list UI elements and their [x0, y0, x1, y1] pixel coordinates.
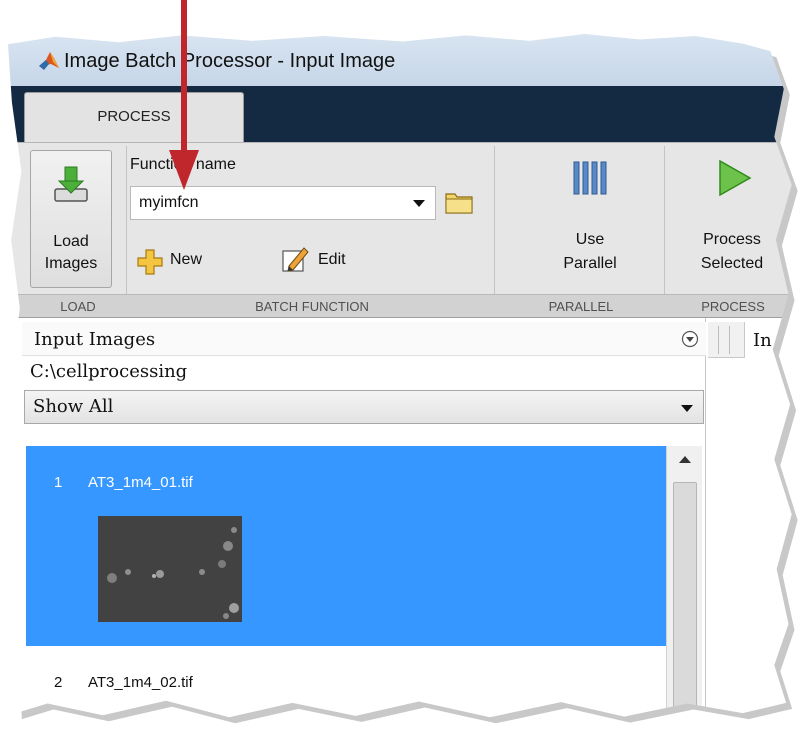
panel-title: Input Images: [34, 329, 156, 350]
section-label-load: LOAD: [60, 299, 96, 314]
play-icon: [719, 159, 752, 197]
chevron-down-icon: [413, 200, 425, 207]
tab-process-label: PROCESS: [97, 108, 171, 125]
app-window: Image Batch Processor - Input Image PROC…: [8, 34, 792, 718]
chevron-down-icon: [681, 405, 693, 412]
matlab-icon: [39, 52, 59, 70]
process-selected-label: Process Selected: [700, 231, 764, 272]
use-parallel-button[interactable]: Use Parallel: [542, 148, 638, 288]
load-images-label: Load Images: [44, 233, 98, 272]
tab-input-image[interactable]: In: [744, 322, 792, 358]
new-function-button[interactable]: New: [132, 246, 232, 276]
window-title: Image Batch Processor - Input Image: [64, 50, 396, 72]
function-name-dropdown[interactable]: myimfcn: [130, 186, 436, 220]
list-item-filename: AT3_1m4_02.tif: [88, 674, 193, 691]
pencil-edit-icon: [282, 247, 309, 272]
load-images-button[interactable]: Load Images: [30, 150, 112, 288]
filter-value: Show All: [33, 396, 114, 417]
image-thumbnail: [98, 516, 242, 622]
separator: [494, 146, 495, 318]
panel-header: Input Images: [22, 322, 706, 356]
list-item-index: 1: [54, 474, 63, 491]
process-selected-button[interactable]: Process Selected: [672, 148, 792, 288]
scroll-up-icon[interactable]: [667, 446, 703, 474]
section-label-parallel: PARALLEL: [548, 299, 614, 314]
parallel-bars-icon: [573, 161, 607, 195]
edit-label: Edit: [318, 251, 346, 268]
separator: [126, 146, 127, 318]
section-label-batch-function: BATCH FUNCTION: [255, 299, 369, 314]
list-item-filename: AT3_1m4_01.tif: [88, 474, 193, 491]
tab-process[interactable]: PROCESS: [24, 92, 244, 144]
folder-icon[interactable]: [444, 188, 474, 216]
load-images-icon: [54, 166, 88, 202]
plus-icon: [137, 249, 163, 275]
title-bar: Image Batch Processor - Input Image: [8, 34, 792, 86]
section-label-process: PROCESS: [701, 299, 765, 314]
right-tab-label: In: [753, 330, 772, 351]
separator: [664, 146, 665, 318]
folder-path-text: C:\cellprocessing: [30, 361, 188, 382]
list-item-index: 2: [54, 674, 63, 691]
annotation-arrow: [169, 0, 199, 190]
drag-handle[interactable]: [718, 326, 730, 354]
list-item[interactable]: 1 AT3_1m4_01.tif: [26, 446, 666, 646]
folder-path: C:\cellprocessing: [22, 356, 706, 388]
collapse-chevron-icon[interactable]: [680, 329, 700, 349]
function-name-value: myimfcn: [139, 194, 199, 211]
vertical-scrollbar[interactable]: [666, 446, 703, 718]
scroll-thumb[interactable]: [673, 482, 697, 718]
new-label: New: [170, 251, 203, 268]
use-parallel-label: Use Parallel: [563, 231, 617, 272]
edit-function-button[interactable]: Edit: [278, 244, 368, 274]
list-item[interactable]: 2 AT3_1m4_02.tif: [26, 646, 666, 718]
show-filter-dropdown[interactable]: Show All: [24, 390, 704, 424]
